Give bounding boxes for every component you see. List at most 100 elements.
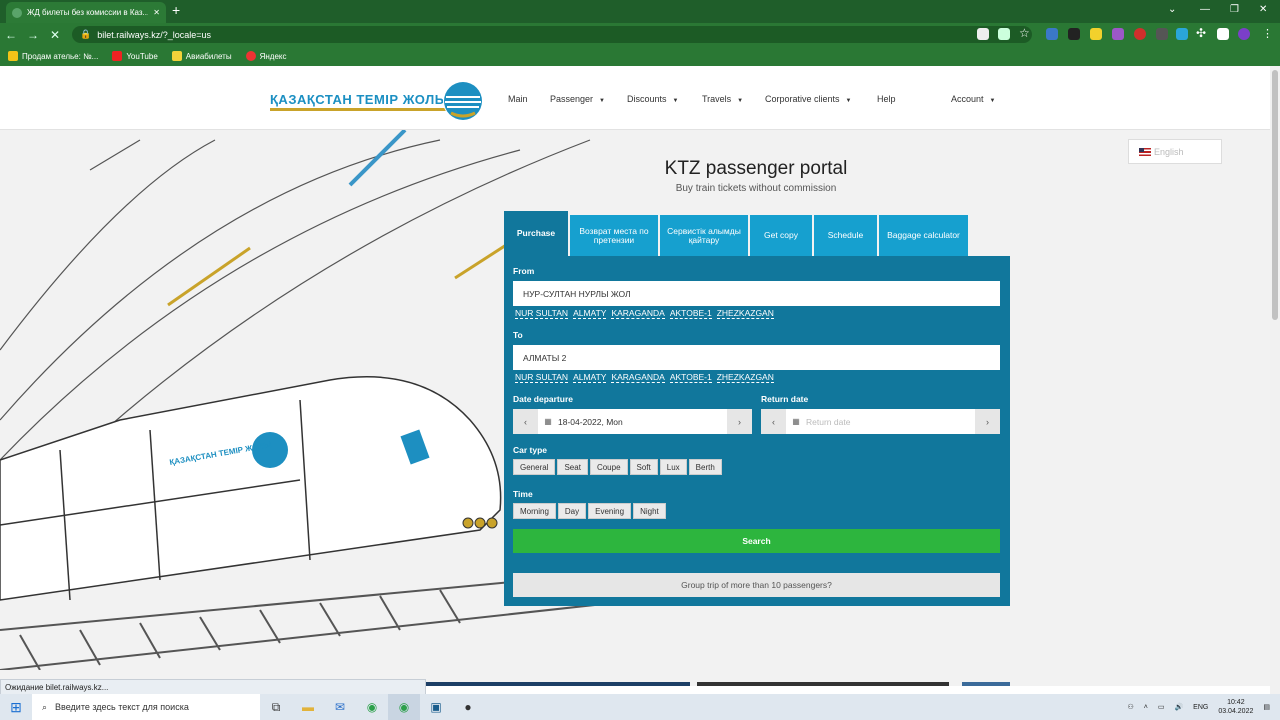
file-explorer-icon[interactable]: ▬ (292, 694, 324, 720)
group-trip-button[interactable]: Group trip of more than 10 passengers? (513, 573, 1000, 597)
tab-get-copy[interactable]: Get copy (750, 215, 812, 256)
clock[interactable]: 10:42 03.04.2022 (1218, 698, 1253, 716)
site-logo-icon[interactable] (443, 81, 483, 121)
extension-icon[interactable] (1068, 28, 1080, 40)
promo-card[interactable] (426, 682, 690, 686)
next-day-button[interactable]: › (975, 409, 1000, 434)
side-panel-icon[interactable] (1217, 28, 1229, 40)
extension-icon[interactable] (1046, 28, 1058, 40)
profile-avatar[interactable] (1238, 28, 1250, 40)
tab-refund[interactable]: Возврат места по претензии (570, 215, 658, 256)
city-link[interactable]: NUR SULTAN (515, 308, 569, 319)
tab-service-fee[interactable]: Сервистік алымды қайтару (660, 215, 748, 256)
new-tab-button[interactable]: + (172, 2, 180, 18)
departure-date-input[interactable]: 18-04-2022, Mon (558, 417, 727, 427)
time-option[interactable]: Night (633, 503, 666, 519)
url-field[interactable]: 🔒 bilet.railways.kz/?_locale=us (72, 26, 1032, 43)
tab-baggage[interactable]: Baggage calculator (879, 215, 968, 256)
car-type-option[interactable]: Soft (629, 459, 658, 475)
nav-corporative[interactable]: Corporative clients ▼ (765, 94, 851, 104)
next-day-button[interactable]: › (727, 409, 752, 434)
tab-purchase[interactable]: Purchase (504, 211, 568, 256)
bookmark-star-icon[interactable]: ☆ (1019, 26, 1030, 40)
car-type-option[interactable]: General (513, 459, 556, 475)
time-option[interactable]: Day (557, 503, 587, 519)
extension-icon[interactable] (1090, 28, 1102, 40)
extension-icon[interactable] (1176, 28, 1188, 40)
prev-day-button[interactable]: ‹ (761, 409, 786, 434)
chrome-icon[interactable]: ◉ (356, 694, 388, 720)
promo-card[interactable] (962, 682, 1010, 686)
time-option[interactable]: Evening (588, 503, 632, 519)
car-type-option[interactable]: Coupe (589, 459, 628, 475)
return-date-input[interactable]: Return date (806, 417, 975, 427)
back-icon[interactable]: ← (0, 28, 22, 42)
close-window-button[interactable]: ✕ (1259, 4, 1267, 15)
nav-main[interactable]: Main (508, 94, 528, 104)
volume-icon[interactable]: 🔊 (1174, 703, 1183, 711)
promo-card[interactable] (697, 682, 949, 686)
search-button[interactable]: Search (513, 529, 1000, 553)
search-icon: ⌕ (42, 701, 48, 712)
bookmark-item[interactable]: Авиабилеты (171, 51, 232, 61)
language-select[interactable]: English (1128, 139, 1222, 164)
car-type-option[interactable]: Seat (557, 459, 588, 475)
windows-start-icon[interactable]: ⊞ (0, 699, 32, 716)
car-type-option[interactable]: Lux (659, 459, 687, 475)
plane-icon (171, 51, 182, 61)
site-logo-text[interactable]: ҚАЗАҚСТАН ТЕМІР ЖОЛЫ (270, 92, 448, 111)
tab-schedule[interactable]: Schedule (814, 215, 877, 256)
app-icon[interactable]: ▣ (420, 694, 452, 720)
network-icon[interactable]: ▭ (1158, 703, 1165, 711)
extensions-puzzle-icon[interactable]: ✣ (1196, 26, 1206, 40)
yandex-icon (245, 51, 256, 61)
share-icon[interactable] (998, 28, 1010, 40)
city-link[interactable]: NUR SULTAN (515, 372, 569, 383)
bookmark-item[interactable]: Яндекс (245, 51, 287, 61)
city-link[interactable]: ZHEZKAZGAN (716, 372, 774, 383)
time-option[interactable]: Morning (513, 503, 556, 519)
notifications-icon[interactable]: ▤ (1263, 703, 1270, 711)
nav-help[interactable]: Help (877, 94, 896, 104)
bookmark-item[interactable]: YouTube (112, 51, 158, 61)
city-link[interactable]: ZHEZKAZGAN (716, 308, 774, 319)
city-link[interactable]: AKTOBE-1 (669, 372, 712, 383)
from-input[interactable]: НУР-СУЛТАН НУРЛЫ ЖОЛ (513, 281, 1000, 306)
maximize-button[interactable]: ❐ (1230, 4, 1239, 15)
browser-tab[interactable]: ЖД билеты без комиссии в Каз... ✕ (6, 2, 166, 23)
app-icon[interactable]: ● (452, 694, 484, 720)
extension-icon[interactable] (1112, 28, 1124, 40)
caret-down-icon: ▼ (672, 98, 679, 104)
city-link[interactable]: KARAGANDA (611, 308, 665, 319)
extension-icon[interactable] (1134, 28, 1146, 40)
car-type-option[interactable]: Berth (688, 459, 722, 475)
task-view-icon[interactable]: ⧉ (260, 694, 292, 720)
city-link[interactable]: ALMATY (573, 372, 607, 383)
extension-icon[interactable] (1156, 28, 1168, 40)
translate-icon[interactable] (977, 28, 989, 40)
chrome-profile-icon[interactable]: ◉ (388, 694, 420, 720)
to-input[interactable]: АЛМАТЫ 2 (513, 345, 1000, 370)
people-icon[interactable]: ⚇ (1127, 703, 1133, 711)
taskbar-search[interactable]: ⌕ Введите здесь текст для поиска (32, 694, 260, 720)
scrollbar-thumb[interactable] (1272, 70, 1278, 320)
mail-icon[interactable]: ✉ (324, 694, 356, 720)
city-link[interactable]: AKTOBE-1 (669, 308, 712, 319)
city-link[interactable]: ALMATY (573, 308, 607, 319)
nav-account[interactable]: Account ▼ (951, 94, 995, 104)
nav-travels[interactable]: Travels ▼ (702, 94, 743, 104)
tab-search-icon[interactable]: ⌄ (1168, 4, 1176, 15)
minimize-button[interactable]: — (1200, 4, 1210, 15)
close-tab-icon[interactable]: ✕ (153, 8, 160, 17)
city-link[interactable]: KARAGANDA (611, 372, 665, 383)
prev-day-button[interactable]: ‹ (513, 409, 538, 434)
menu-dots-icon[interactable]: ⋮ (1262, 27, 1273, 40)
bookmark-item[interactable]: Продам ателье: №... (8, 51, 98, 61)
nav-discounts[interactable]: Discounts ▼ (627, 94, 678, 104)
chevron-up-icon[interactable]: ˄ (1144, 704, 1148, 711)
forward-icon[interactable]: → (22, 28, 44, 42)
nav-passenger[interactable]: Passenger ▼ (550, 94, 605, 104)
return-label: Return date (761, 394, 809, 404)
stop-icon[interactable]: ✕ (44, 28, 66, 42)
input-language[interactable]: ENG (1193, 704, 1208, 711)
